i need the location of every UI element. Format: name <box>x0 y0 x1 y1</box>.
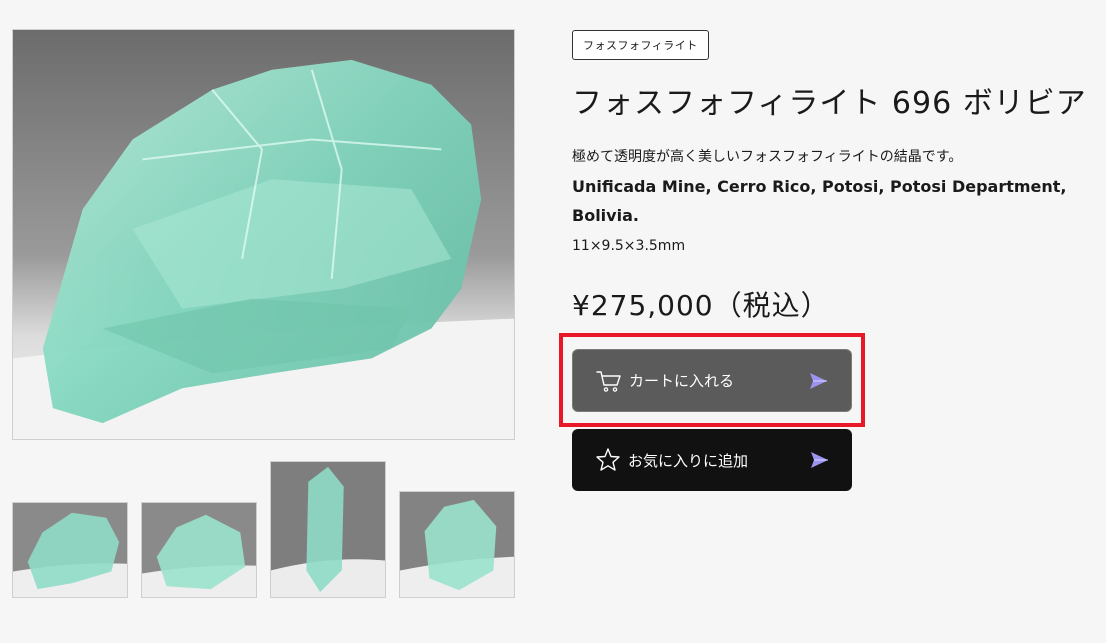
crystal-thumbnail-image <box>142 503 256 597</box>
category-tag[interactable]: フォスフォフィライト <box>572 30 709 60</box>
thumbnail-4[interactable] <box>399 491 515 598</box>
crystal-thumbnail-image <box>271 462 385 597</box>
highlight-box <box>559 333 865 427</box>
thumbnail-3[interactable] <box>270 461 386 598</box>
send-arrow-icon <box>811 452 828 468</box>
product-locality: Unificada Mine, Cerro Rico, Potosi, Poto… <box>572 177 1067 225</box>
crystal-thumbnail-image <box>400 492 514 597</box>
add-to-favorites-label: お気に入りに追加 <box>628 451 749 470</box>
crystal-image <box>13 30 514 439</box>
star-icon <box>596 448 620 471</box>
thumbnail-1[interactable] <box>12 502 128 598</box>
product-dimensions: 11×9.5×3.5mm <box>572 238 686 254</box>
thumbnail-2[interactable] <box>141 502 257 598</box>
main-product-photo <box>12 29 515 440</box>
product-price: ¥275,000（税込） <box>572 289 830 322</box>
product-title: フォスフォフィライト 696 ボリビア <box>572 86 1087 121</box>
add-to-favorites-button[interactable]: お気に入りに追加 <box>572 429 852 491</box>
crystal-thumbnail-image <box>13 503 127 597</box>
product-description: 極めて透明度が高く美しいフォスフォフィライトの結晶です。 <box>572 149 963 165</box>
